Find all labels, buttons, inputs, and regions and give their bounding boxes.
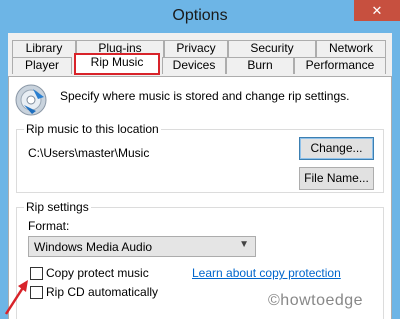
file-name-button[interactable]: File Name... bbox=[299, 167, 374, 190]
tab-performance[interactable]: Performance bbox=[294, 57, 386, 74]
format-label: Format: bbox=[28, 219, 70, 233]
format-select-value: Windows Media Audio bbox=[34, 240, 153, 254]
tab-rip-music[interactable]: Rip Music bbox=[74, 53, 160, 75]
intro-text: Specify where music is stored and change… bbox=[60, 89, 350, 103]
annotation-arrow-icon bbox=[4, 280, 28, 315]
copy-protect-label: Copy protect music bbox=[46, 266, 149, 280]
close-button[interactable]: ✕ bbox=[354, 0, 400, 21]
learn-copy-protection-link[interactable]: Learn about copy protection bbox=[192, 266, 341, 280]
format-select[interactable]: Windows Media Audio ▼ bbox=[28, 236, 256, 257]
tab-burn[interactable]: Burn bbox=[226, 57, 294, 74]
tab-network[interactable]: Network bbox=[316, 40, 386, 57]
chevron-down-icon: ▼ bbox=[239, 239, 249, 250]
change-button[interactable]: Change... bbox=[299, 137, 374, 160]
tab-privacy[interactable]: Privacy bbox=[164, 40, 228, 57]
rip-cd-icon bbox=[15, 84, 47, 116]
location-group-label: Rip music to this location bbox=[24, 122, 161, 136]
rip-cd-auto-label: Rip CD automatically bbox=[46, 285, 159, 299]
window-title: Options bbox=[172, 7, 228, 24]
tab-security[interactable]: Security bbox=[228, 40, 316, 57]
rip-settings-label: Rip settings bbox=[24, 200, 91, 214]
tab-library[interactable]: Library bbox=[12, 40, 76, 57]
location-path: C:\Users\master\Music bbox=[28, 146, 150, 160]
watermark: ©howtoedge bbox=[268, 292, 364, 309]
tab-devices[interactable]: Devices bbox=[162, 57, 226, 74]
tab-player[interactable]: Player bbox=[12, 57, 72, 74]
